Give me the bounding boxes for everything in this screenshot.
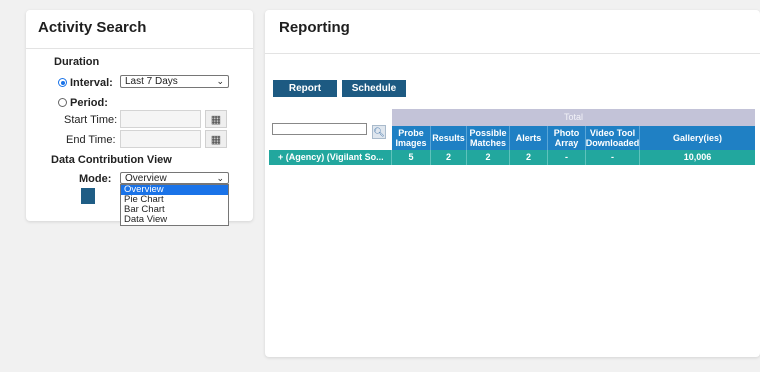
table-row[interactable]: + (Agency) (Vigilant So... 5 2 2 2 - - 1… <box>269 150 755 165</box>
total-header: Total <box>392 109 755 126</box>
end-time-calendar-button[interactable]: ▦ <box>205 130 227 148</box>
mode-dropdown-list[interactable]: Overview Pie Chart Bar Chart Data View <box>120 184 229 226</box>
cell-alerts: 2 <box>510 150 548 165</box>
col-header-alerts[interactable]: Alerts <box>510 126 548 150</box>
data-contribution-heading: Data Contribution View <box>51 154 172 166</box>
end-time-input[interactable] <box>120 130 201 148</box>
calendar-icon: ▦ <box>210 113 222 126</box>
table-search-button[interactable]: 🔍︎ <box>372 125 386 139</box>
interval-radio[interactable] <box>58 78 67 87</box>
end-time-label: End Time: <box>66 134 116 146</box>
col-header-photo-array[interactable]: Photo Array <box>548 126 586 150</box>
cell-results: 2 <box>431 150 467 165</box>
cell-photo-array: - <box>548 150 586 165</box>
interval-label: Interval: <box>70 77 113 89</box>
duration-heading: Duration <box>54 56 100 68</box>
table-search-input[interactable] <box>272 123 367 135</box>
cell-possible-matches: 2 <box>467 150 510 165</box>
activity-search-title: Activity Search <box>38 19 147 36</box>
chevron-down-icon: ⌄ <box>216 76 224 86</box>
table-header-row: Probe Images Results Possible Matches Al… <box>392 126 755 150</box>
mode-select[interactable]: Overview ⌄ <box>120 172 229 184</box>
reporting-title: Reporting <box>279 19 350 36</box>
interval-select-value: Last 7 Days <box>125 76 178 87</box>
search-icon: 🔍︎ <box>373 126 385 137</box>
start-time-input[interactable] <box>120 110 201 128</box>
mode-select-value: Overview <box>125 173 167 184</box>
title-divider <box>26 48 253 49</box>
search-submit-button-partial[interactable] <box>81 188 95 204</box>
col-header-probe-images[interactable]: Probe Images <box>392 126 431 150</box>
col-header-possible-matches[interactable]: Possible Matches <box>467 126 510 150</box>
start-time-label: Start Time: <box>64 114 118 126</box>
mode-label: Mode: <box>79 173 112 185</box>
mode-option-data-view[interactable]: Data View <box>121 215 228 225</box>
start-time-calendar-button[interactable]: ▦ <box>205 110 227 128</box>
period-label: Period: <box>70 97 108 109</box>
col-header-results[interactable]: Results <box>431 126 467 150</box>
row-agency-name[interactable]: + (Agency) (Vigilant So... <box>269 150 392 165</box>
period-radio[interactable] <box>58 98 67 107</box>
col-header-video-tool-downloaded[interactable]: Video Tool Downloaded <box>586 126 640 150</box>
interval-select[interactable]: Last 7 Days ⌄ <box>120 75 229 88</box>
cell-video-tool-downloaded: - <box>586 150 640 165</box>
cell-gallery: 10,006 <box>683 152 712 162</box>
title-divider <box>265 53 760 54</box>
chevron-down-icon: ⌄ <box>216 173 224 183</box>
calendar-icon: ▦ <box>210 133 222 146</box>
cell-probe-images: 5 <box>392 150 431 165</box>
report-button[interactable]: Report <box>273 80 337 97</box>
schedule-button[interactable]: Schedule <box>342 80 406 97</box>
reporting-panel: Reporting <box>265 10 760 357</box>
col-header-gallery[interactable]: Gallery(ies) <box>640 126 755 150</box>
